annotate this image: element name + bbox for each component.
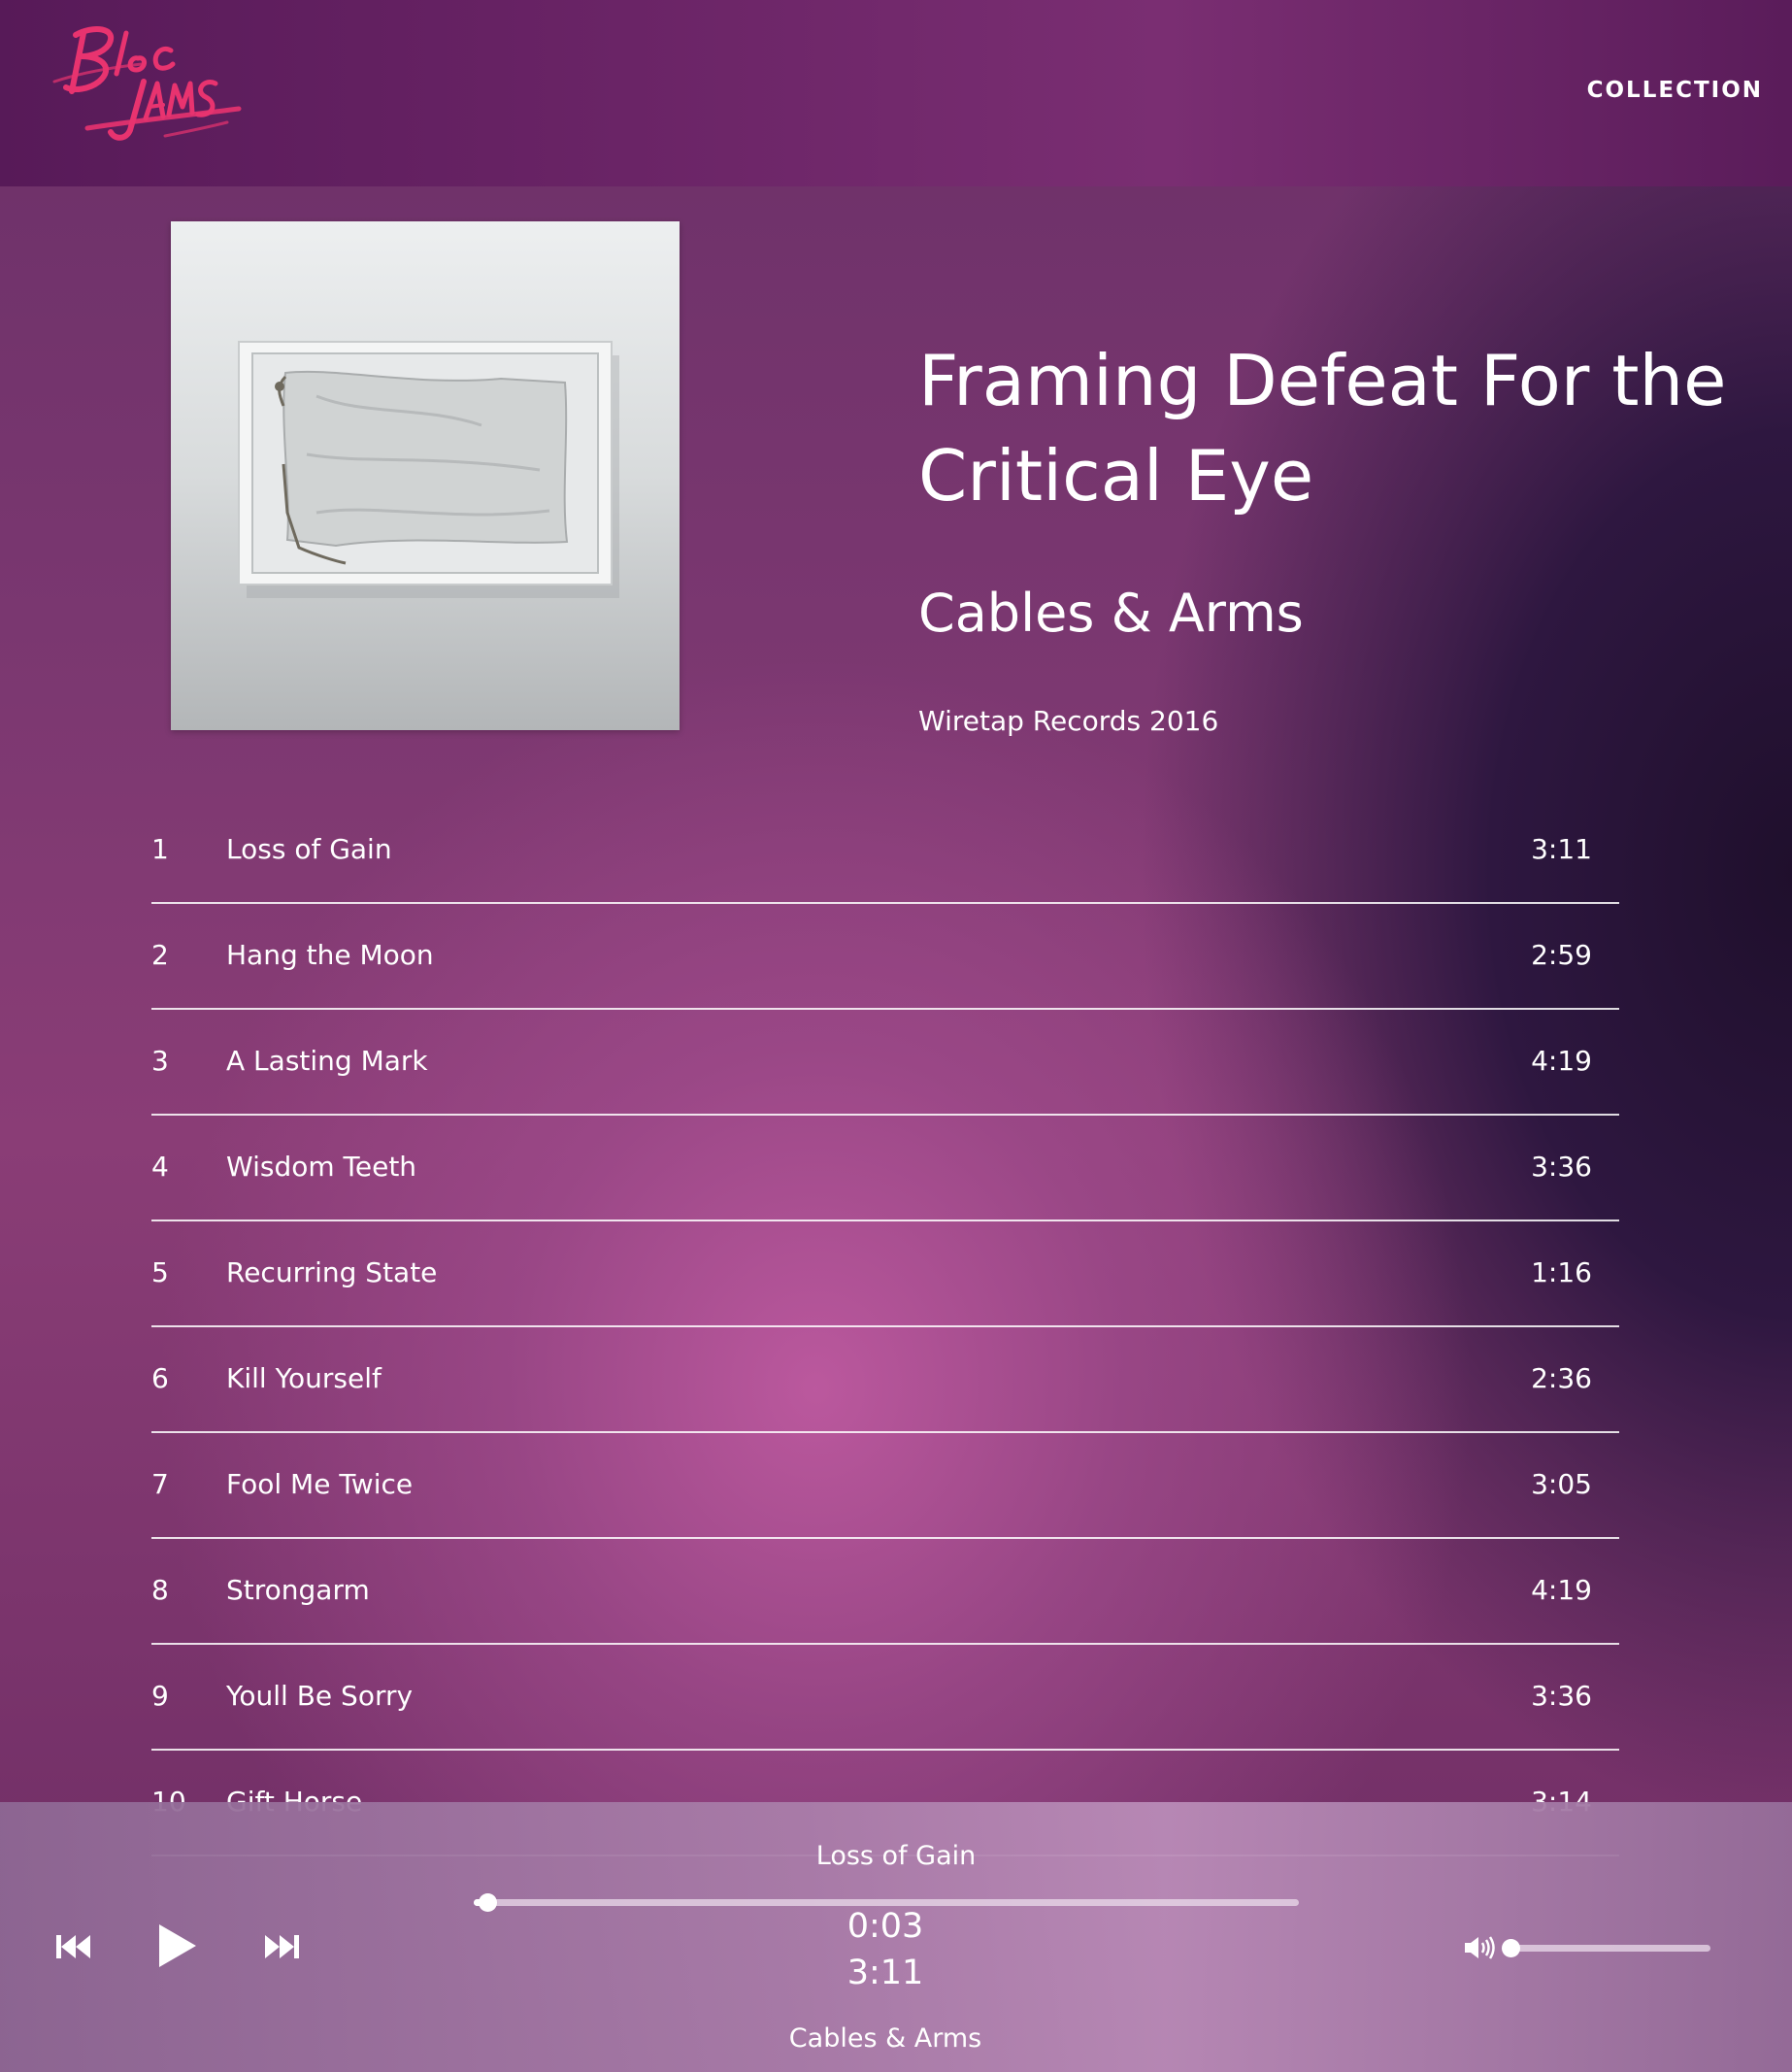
song-row[interactable]: 4 Wisdom Teeth 3:36 (151, 1116, 1619, 1221)
song-number[interactable]: 1 (151, 833, 169, 865)
song-row[interactable]: 5 Recurring State 1:16 (151, 1221, 1619, 1327)
song-row[interactable]: 3 A Lasting Mark 4:19 (151, 1010, 1619, 1116)
song-row[interactable]: 6 Kill Yourself 2:36 (151, 1327, 1619, 1433)
album-artist: Cables & Arms (918, 583, 1304, 644)
song-number[interactable]: 4 (151, 1151, 169, 1183)
song-row[interactable]: 7 Fool Me Twice 3:05 (151, 1433, 1619, 1539)
album-cover-art (171, 221, 680, 730)
total-time: 3:11 (846, 1954, 924, 1992)
song-row[interactable]: 8 Strongarm 4:19 (151, 1539, 1619, 1645)
song-duration: 4:19 (1531, 1574, 1592, 1606)
song-title: Youll Be Sorry (226, 1680, 414, 1712)
song-title: Fool Me Twice (226, 1468, 414, 1500)
song-number[interactable]: 2 (151, 939, 169, 971)
song-duration: 1:16 (1531, 1256, 1592, 1288)
nav-collection-link[interactable]: COLLECTION (1587, 78, 1763, 103)
song-number[interactable]: 7 (151, 1468, 169, 1500)
bloc-jams-logo[interactable] (49, 14, 252, 159)
now-playing-artist: Cables & Arms (788, 2023, 982, 2054)
album-release-info: Wiretap Records 2016 (918, 705, 1219, 737)
song-number[interactable]: 6 (151, 1362, 169, 1394)
volume-slider[interactable] (1502, 1939, 1710, 1957)
song-number[interactable]: 5 (151, 1256, 169, 1288)
logo-graphic (52, 26, 242, 141)
album-title: Framing Defeat For the Critical Eye (918, 340, 1727, 517)
player-bar: Loss of Gain 0:03 3:11 Cables & Arms (0, 1802, 1792, 2072)
song-duration: 3:36 (1531, 1151, 1592, 1183)
song-duration: 2:59 (1531, 939, 1592, 971)
song-row[interactable]: 9 Youll Be Sorry 3:36 (151, 1645, 1619, 1751)
song-list: 1 Loss of Gain 3:11 2 Hang the Moon 2:59… (151, 798, 1619, 1856)
song-duration: 3:36 (1531, 1680, 1592, 1712)
song-row[interactable]: 1 Loss of Gain 3:11 (151, 798, 1619, 904)
song-title: A Lasting Mark (226, 1045, 428, 1077)
song-title: Strongarm (226, 1574, 370, 1606)
song-number[interactable]: 9 (151, 1680, 169, 1712)
song-title: Kill Yourself (226, 1362, 382, 1394)
now-playing-title: Loss of Gain (815, 1841, 977, 1871)
song-duration: 3:05 (1531, 1468, 1592, 1500)
song-title: Hang the Moon (226, 939, 434, 971)
song-row[interactable]: 2 Hang the Moon 2:59 (151, 904, 1619, 1010)
site-header: COLLECTION (0, 0, 1792, 186)
volume-icon[interactable] (1464, 1934, 1497, 1966)
song-duration: 4:19 (1531, 1045, 1592, 1077)
seek-bar[interactable] (474, 1893, 1299, 1912)
song-title: Loss of Gain (226, 833, 392, 865)
song-number[interactable]: 3 (151, 1045, 169, 1077)
song-number[interactable]: 8 (151, 1574, 169, 1606)
song-duration: 2:36 (1531, 1362, 1592, 1394)
song-duration: 3:11 (1531, 833, 1592, 865)
album-cover-image (171, 221, 680, 730)
song-title: Wisdom Teeth (226, 1151, 417, 1183)
song-title: Recurring State (226, 1256, 438, 1288)
